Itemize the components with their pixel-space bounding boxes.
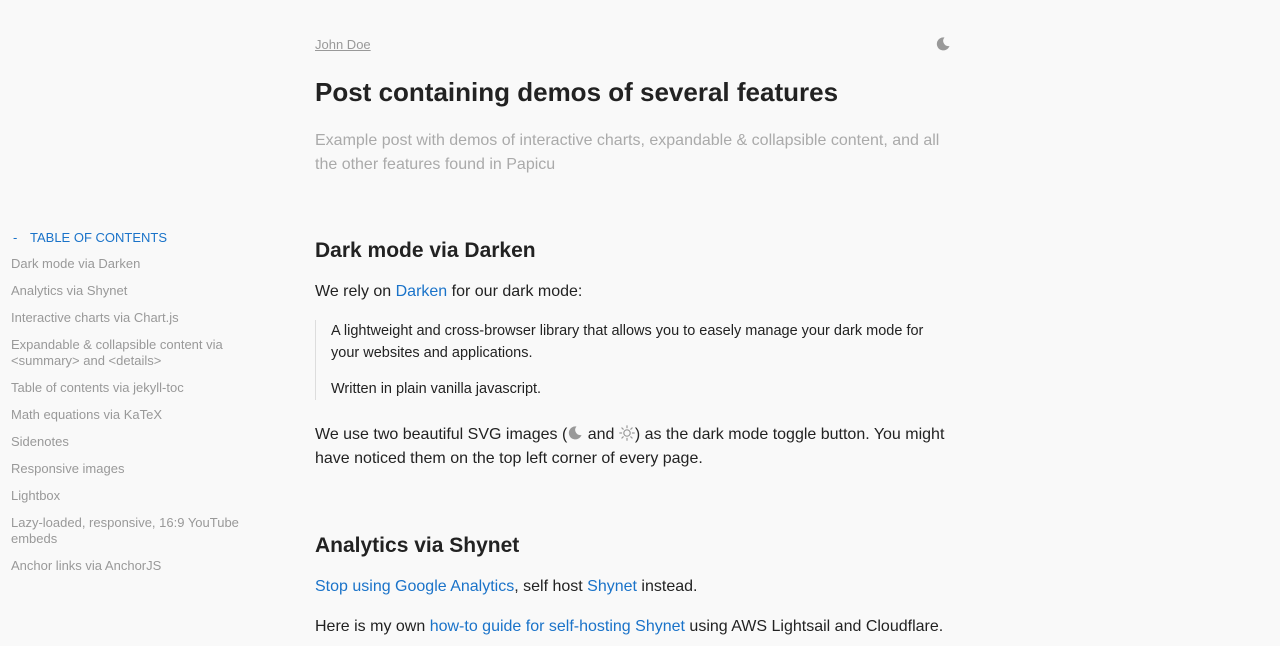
moon-icon[interactable] <box>935 36 951 52</box>
intro-text-before: We rely on <box>315 283 396 300</box>
analytics-paragraph-1: Stop using Google Analytics, self host S… <box>315 575 950 599</box>
toc-item-analytics[interactable]: Analytics via Shynet <box>11 283 261 299</box>
post-title: Post containing demos of several feature… <box>315 77 839 107</box>
toc-item-sidenotes[interactable]: Sidenotes <box>11 434 261 450</box>
toc-item-toc[interactable]: Table of contents via jekyll-toc <box>11 380 261 396</box>
shynet-guide-link[interactable]: how-to guide for self-hosting Shynet <box>430 618 685 635</box>
toc-item-responsive-images[interactable]: Responsive images <box>11 461 261 477</box>
darken-link[interactable]: Darken <box>396 283 448 300</box>
heading-dark-mode: Dark mode via Darken <box>315 239 536 262</box>
analytics-text-1: , self host <box>514 578 588 595</box>
toc-item-dark-mode[interactable]: Dark mode via Darken <box>11 256 261 272</box>
toc-item-expandable[interactable]: Expandable & collapsible content via <su… <box>11 337 261 369</box>
toc-item-anchor-links[interactable]: Anchor links via AnchorJS <box>11 558 261 574</box>
svg-text-and: and <box>583 426 619 443</box>
toc-header[interactable]: - TABLE OF CONTENTS <box>11 229 261 245</box>
sun-icon <box>619 425 635 441</box>
dark-mode-intro: We rely on Darken for our dark mode: <box>315 280 950 304</box>
stop-google-analytics-link[interactable]: Stop using Google Analytics <box>315 578 514 595</box>
moon-icon <box>567 425 583 441</box>
toc-item-charts[interactable]: Interactive charts via Chart.js <box>11 310 261 326</box>
toc-list: Dark mode via Darken Analytics via Shyne… <box>11 256 261 574</box>
analytics-text-2: instead. <box>636 578 698 595</box>
toc-item-youtube[interactable]: Lazy-loaded, responsive, 16:9 YouTube em… <box>11 515 261 547</box>
svg-text-before: We use two beautiful SVG images ( <box>315 426 568 443</box>
svg-toggle-paragraph: We use two beautiful SVG images ( and ) … <box>315 423 950 471</box>
shynet-link[interactable]: Shynet <box>587 578 637 595</box>
darken-quote: A lightweight and cross-browser library … <box>315 320 951 400</box>
quote-line-1: A lightweight and cross-browser library … <box>331 323 924 361</box>
post-subtitle: Example post with demos of interactive c… <box>315 132 940 173</box>
intro-text-after: for our dark mode: <box>447 283 583 300</box>
toc-item-math[interactable]: Math equations via KaTeX <box>11 407 261 423</box>
toc-collapse-toggle[interactable]: - <box>11 230 30 245</box>
quote-line-2: Written in plain vanilla javascript. <box>331 381 542 397</box>
analytics-paragraph-2: Here is my own how-to guide for self-hos… <box>315 615 950 639</box>
table-of-contents: - TABLE OF CONTENTS Dark mode via Darken… <box>11 229 261 585</box>
analytics-text-3: Here is my own <box>315 618 430 635</box>
toc-title[interactable]: TABLE OF CONTENTS <box>30 230 167 245</box>
heading-analytics: Analytics via Shynet <box>315 534 520 557</box>
toc-item-lightbox[interactable]: Lightbox <box>11 488 261 504</box>
analytics-text-4: using AWS Lightsail and Cloudflare. <box>684 618 944 635</box>
author-link[interactable]: John Doe <box>315 37 371 52</box>
